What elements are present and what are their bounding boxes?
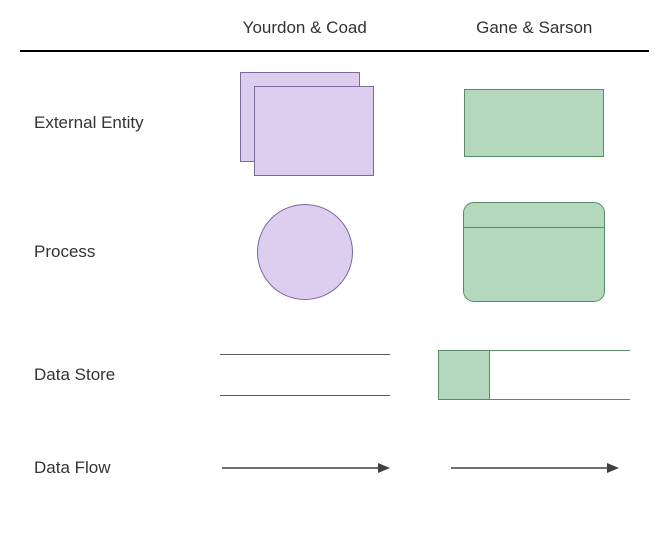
yc-arrow-icon [220,462,390,474]
gs-data-store-id-box [438,351,490,399]
cell-yc-data-flow [190,448,420,488]
row-label-external-entity: External Entity [20,113,190,133]
yc-ext-front-rect [254,86,374,176]
column-header-gane: Gane & Sarson [420,18,650,38]
yc-process-icon [257,204,353,300]
gs-process-divider [464,227,604,228]
cell-yc-data-store [190,330,420,420]
cell-gs-external-entity [420,78,650,168]
cell-yc-process [190,204,420,300]
yc-data-store-icon [220,354,390,396]
row-process: Process [20,202,649,302]
cell-gs-data-store [420,330,650,420]
row-data-store: Data Store [20,330,649,420]
header-rule [20,50,649,52]
diagram-container: Yourdon & Coad Gane & Sarson External En… [0,0,669,508]
gs-process-icon [463,202,605,302]
row-data-flow: Data Flow [20,448,649,488]
yc-external-entity-icon [240,72,370,174]
row-label-process: Process [20,242,190,262]
cell-gs-data-flow [420,448,650,488]
row-label-data-store: Data Store [20,365,190,385]
row-label-data-flow: Data Flow [20,458,190,478]
header-row: Yourdon & Coad Gane & Sarson [20,18,649,50]
gs-external-entity-icon [464,89,604,157]
cell-gs-process [420,202,650,302]
gs-data-store-icon [438,350,630,400]
gs-arrow-icon [449,462,619,474]
row-external-entity: External Entity [20,72,649,174]
header-spacer [20,18,190,38]
cell-yc-external-entity [190,72,420,174]
column-header-yourdon: Yourdon & Coad [190,18,420,38]
